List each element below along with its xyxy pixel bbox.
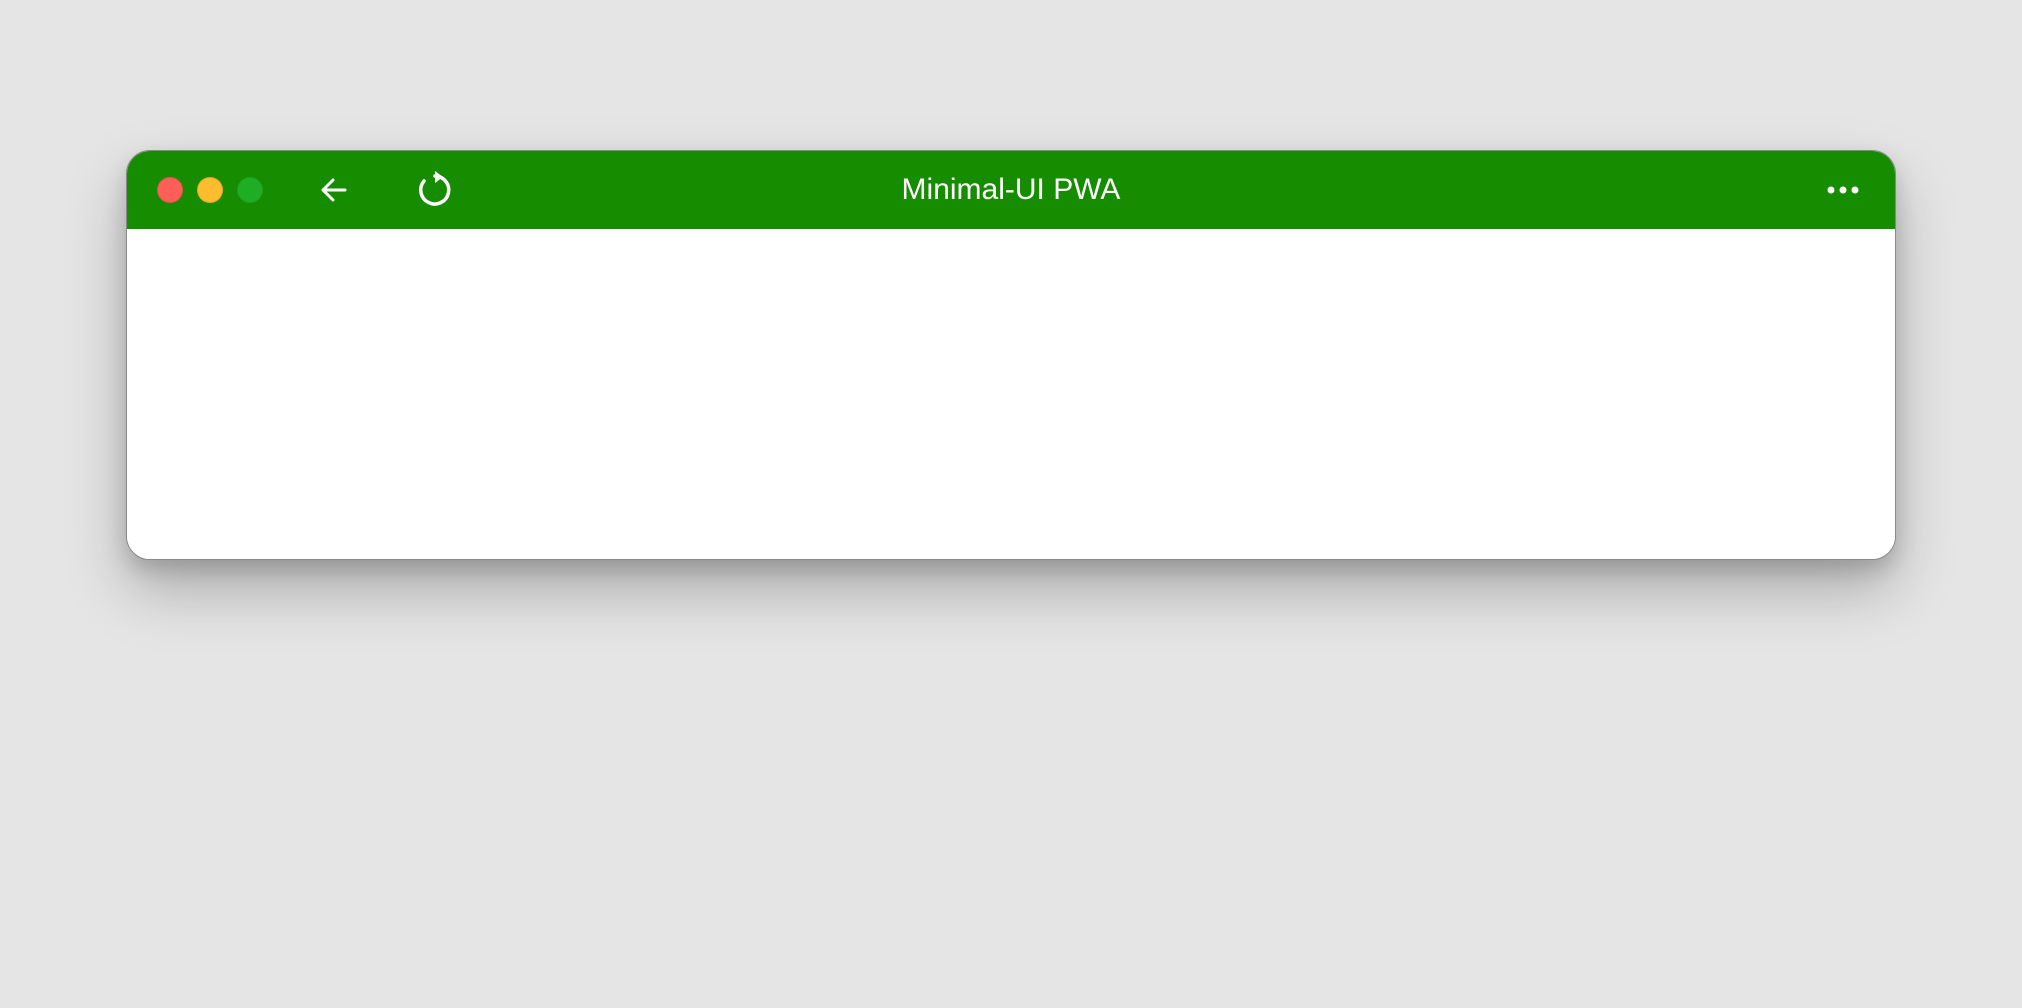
close-button[interactable] [157, 177, 183, 203]
back-button[interactable] [313, 168, 357, 212]
reload-button[interactable] [413, 168, 457, 212]
reload-icon [415, 170, 455, 210]
more-options-icon [1823, 184, 1863, 196]
maximize-button[interactable] [237, 177, 263, 203]
more-options-button[interactable] [1821, 168, 1865, 212]
app-window: Minimal-UI PWA [126, 150, 1896, 560]
nav-controls [313, 168, 457, 212]
content-area [127, 229, 1895, 559]
titlebar: Minimal-UI PWA [127, 151, 1895, 229]
back-arrow-icon [315, 170, 355, 210]
window-title: Minimal-UI PWA [902, 173, 1121, 207]
minimize-button[interactable] [197, 177, 223, 203]
traffic-lights [157, 177, 263, 203]
